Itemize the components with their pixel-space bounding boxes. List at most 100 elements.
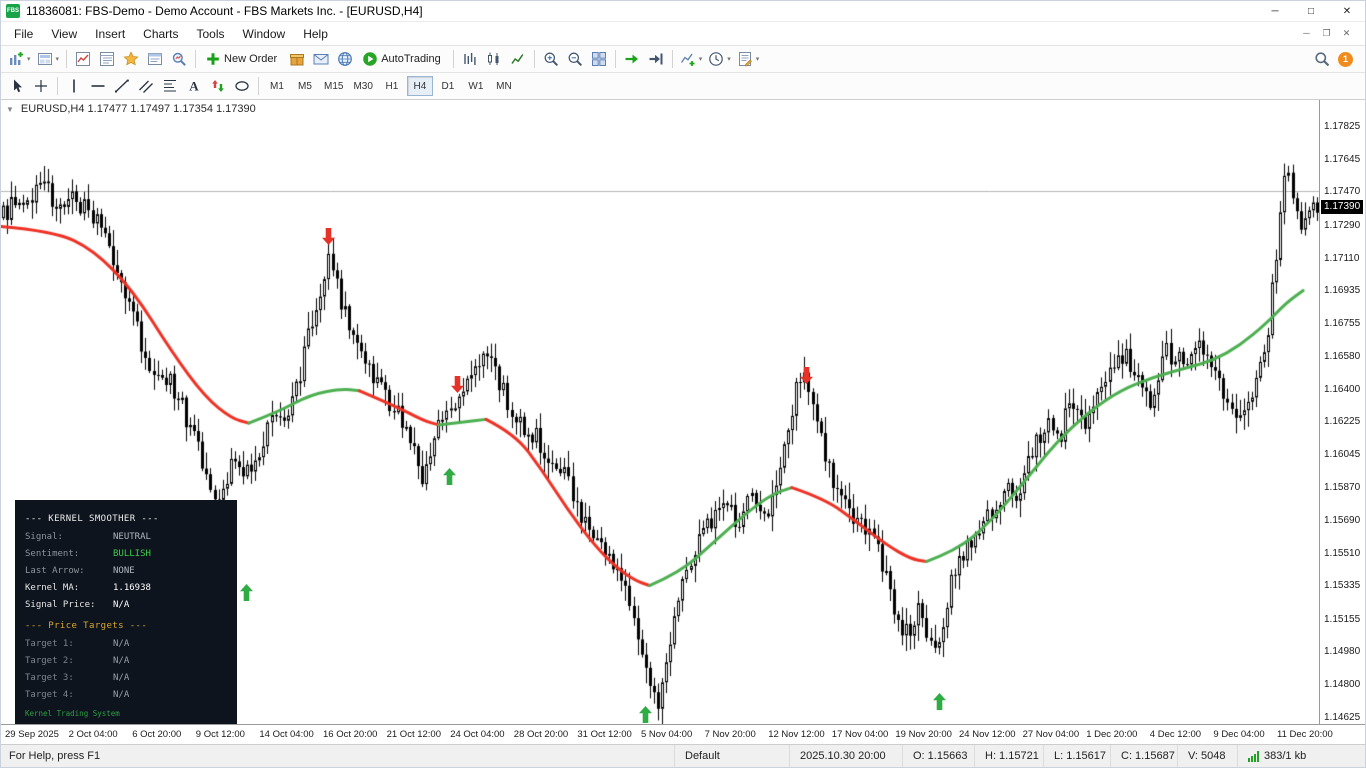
templates-button[interactable]: ▾: [734, 48, 763, 70]
periods-button[interactable]: ▾: [705, 48, 734, 70]
arrow-objects-button[interactable]: [206, 75, 230, 97]
mql5-community-button[interactable]: [333, 48, 357, 70]
crosshair-button[interactable]: [29, 75, 53, 97]
zoom-out-button[interactable]: [563, 48, 587, 70]
menu-window[interactable]: Window: [234, 24, 295, 44]
minimize-button[interactable]: ─: [1257, 1, 1293, 21]
autotrading-button[interactable]: AutoTrading: [357, 48, 449, 70]
terminal-button[interactable]: [143, 48, 167, 70]
buy-signal-arrow: [239, 584, 253, 602]
text-label-button[interactable]: A: [182, 75, 206, 97]
chart-restore-button[interactable]: ❐: [1318, 28, 1335, 39]
menu-insert[interactable]: Insert: [86, 24, 134, 44]
timeframe-m5-button[interactable]: M5: [292, 76, 318, 96]
navigator-button[interactable]: [119, 48, 143, 70]
new-order-button[interactable]: New Order: [200, 48, 285, 70]
time-axis-label: 31 Oct 12:00: [577, 729, 632, 740]
timeframe-h1-button[interactable]: H1: [379, 76, 405, 96]
timeframe-m30-button[interactable]: M30: [349, 76, 376, 96]
profiles-button[interactable]: ▾: [34, 48, 63, 70]
navigator-icon: [123, 51, 139, 67]
dropdown-caret-icon: ▾: [55, 56, 60, 63]
maximize-button[interactable]: □: [1293, 1, 1329, 21]
timeframe-mn-button[interactable]: MN: [491, 76, 517, 96]
toolbar-separator: [452, 50, 454, 68]
line-chart-mode-button[interactable]: [506, 48, 530, 70]
timeframe-m15-button[interactable]: M15: [320, 76, 347, 96]
equidistant-channel-button[interactable]: [134, 75, 158, 97]
panel-header: --- KERNEL SMOOTHER ---: [25, 513, 159, 524]
horizontal-line-button[interactable]: [86, 75, 110, 97]
status-profile[interactable]: Default: [674, 745, 789, 767]
menu-charts[interactable]: Charts: [134, 24, 187, 44]
panel-row: Target 1: N/A: [25, 635, 227, 652]
price-axis-label: 1.16225: [1324, 416, 1361, 428]
line-study-tools: A: [5, 75, 254, 97]
zoom-in-button[interactable]: [539, 48, 563, 70]
chart-symbol-header: ▼ EURUSD,H4 1.17477 1.17497 1.17354 1.17…: [6, 103, 256, 115]
time-axis-label: 24 Nov 12:00: [959, 729, 1016, 740]
data-window-button[interactable]: [95, 48, 119, 70]
fibonacci-retracement-button[interactable]: [158, 75, 182, 97]
panel-row-label: Target 3:: [25, 672, 74, 683]
market-store-button[interactable]: [285, 48, 309, 70]
close-button[interactable]: ✕: [1329, 1, 1365, 21]
panel-row-value: 1.16938: [113, 582, 151, 593]
time-axis-label: 1 Dec 20:00: [1086, 729, 1138, 740]
trendline-button[interactable]: [110, 75, 134, 97]
timeframe-w1-button[interactable]: W1: [463, 76, 489, 96]
panel-row-label: Target 4:: [25, 689, 74, 700]
market-watch-button[interactable]: [71, 48, 95, 70]
shapes-button[interactable]: [230, 75, 254, 97]
time-axis-label: 12 Nov 12:00: [768, 729, 825, 740]
panel-footer: Kernel Trading System: [25, 708, 120, 718]
price-axis-label: 1.17470: [1324, 186, 1361, 198]
tile-windows-button[interactable]: [587, 48, 611, 70]
time-axis-label: 9 Oct 12:00: [195, 729, 245, 740]
dropdown-caret-icon: ▾: [698, 56, 703, 63]
candlestick-mode-button[interactable]: [482, 48, 506, 70]
new-order-icon: [205, 51, 221, 67]
search-icon[interactable]: [1314, 51, 1330, 67]
one-click-trading-arrow[interactable]: ▼: [6, 105, 14, 114]
price-axis[interactable]: 1.17825 1.17645 1.17470 1.17290 1.17110 1.169…: [1319, 100, 1365, 724]
data-window-icon: [99, 51, 115, 67]
vertical-line-button[interactable]: [62, 75, 86, 97]
cursor-button[interactable]: [5, 75, 29, 97]
menu-view[interactable]: View: [42, 24, 86, 44]
time-axis-label: 16 Oct 20:00: [323, 729, 378, 740]
fbs-logo-icon: FBS: [6, 4, 20, 18]
price-axis-label: 1.15510: [1324, 548, 1361, 560]
timeframe-d1-button[interactable]: D1: [435, 76, 461, 96]
new-chart-button[interactable]: ▾: [5, 48, 34, 70]
menu-help[interactable]: Help: [294, 24, 337, 44]
time-axis-label: 2 Oct 04:00: [68, 729, 118, 740]
codebase-button[interactable]: [309, 48, 333, 70]
buy-signal-arrow: [442, 468, 456, 486]
price-axis-label: 1.16935: [1324, 285, 1361, 297]
market-watch-icon: [75, 51, 91, 67]
bar-chart-mode-button[interactable]: [458, 48, 482, 70]
panel-row-value: N/A: [113, 655, 130, 666]
line-chart-mode-icon: [510, 51, 526, 67]
toolbar-separator: [258, 77, 259, 95]
terminal-icon: [147, 51, 163, 67]
strategy-tester-button[interactable]: [167, 48, 191, 70]
indicators-button[interactable]: ▾: [677, 48, 706, 70]
chart-minimize-button[interactable]: ─: [1298, 28, 1315, 39]
notification-badge[interactable]: 1: [1338, 51, 1353, 67]
panel-header: --- Price Targets ---: [25, 620, 148, 631]
periods-icon: [708, 51, 724, 67]
menu-tools[interactable]: Tools: [188, 24, 234, 44]
chart-close-button[interactable]: ✕: [1338, 28, 1355, 39]
timeframe-h4-button[interactable]: H4: [406, 76, 433, 96]
timeframe-m1-button[interactable]: M1: [264, 76, 290, 96]
auto-scroll-button[interactable]: [620, 48, 644, 70]
kernel-smoother-panel: --- KERNEL SMOOTHER --- Signal: NEUTRAL Sen…: [15, 500, 237, 726]
panel-row-label: Sentiment:: [25, 548, 80, 559]
sell-signal-arrow: [322, 228, 336, 246]
chart-shift-button[interactable]: [644, 48, 668, 70]
time-axis[interactable]: 29 Sep 2025 2 Oct 04:00 6 Oct 20:00 9 Oct 1…: [1, 724, 1365, 744]
menu-file[interactable]: File: [5, 24, 42, 44]
trendline-icon: [114, 78, 130, 94]
